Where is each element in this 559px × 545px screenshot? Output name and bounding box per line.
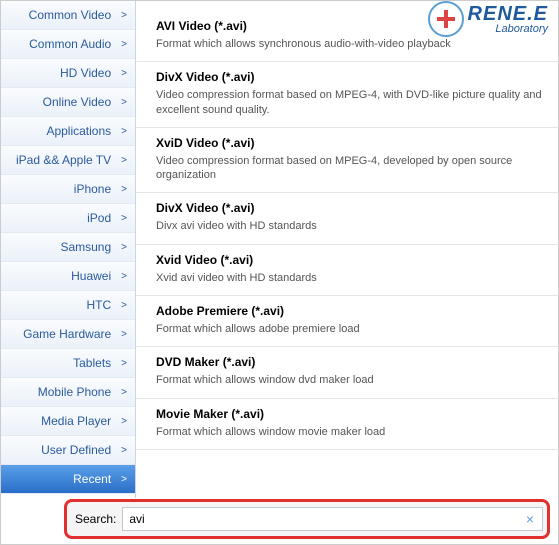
sidebar-item-recent[interactable]: Recent> xyxy=(1,465,135,494)
sidebar-item-common-audio[interactable]: Common Audio> xyxy=(1,30,135,59)
chevron-right-icon: > xyxy=(121,329,127,340)
search-label: Search: xyxy=(71,512,122,526)
chevron-right-icon: > xyxy=(121,155,127,166)
chevron-right-icon: > xyxy=(121,213,127,224)
sidebar-item-label: Samsung xyxy=(9,240,121,254)
sidebar-item-media-player[interactable]: Media Player> xyxy=(1,407,135,436)
format-description: Format which allows window movie maker l… xyxy=(156,425,542,439)
format-item[interactable]: DVD Maker (*.avi) Format which allows win… xyxy=(136,349,558,398)
sidebar-item-label: HD Video xyxy=(9,66,121,80)
sidebar-item-samsung[interactable]: Samsung> xyxy=(1,233,135,262)
format-list: AVI Video (*.avi)Format which allows syn… xyxy=(136,1,558,498)
sidebar-item-label: Recent xyxy=(9,472,121,486)
format-description: Xvid avi video with HD standards xyxy=(156,271,542,285)
sidebar-item-label: Tablets xyxy=(9,356,121,370)
format-title: Adobe Premiere (*.avi) xyxy=(156,304,542,318)
format-title: DivX Video (*.avi) xyxy=(156,70,542,84)
logo-badge xyxy=(428,1,464,37)
app-logo: RENE.E Laboratory xyxy=(428,1,548,37)
format-item[interactable]: XviD Video (*.avi) Video compression form… xyxy=(136,130,558,194)
sidebar-item-label: User Defined xyxy=(9,443,121,457)
sidebar-item-label: Applications xyxy=(9,124,121,138)
chevron-right-icon: > xyxy=(121,416,127,427)
chevron-right-icon: > xyxy=(121,300,127,311)
chevron-right-icon: > xyxy=(121,474,127,485)
sidebar-item-label: Media Player xyxy=(9,414,121,428)
format-description: Video compression format based on MPEG-4… xyxy=(156,88,542,117)
sidebar-item-game-hardware[interactable]: Game Hardware> xyxy=(1,320,135,349)
search-input[interactable] xyxy=(129,509,523,529)
sidebar-item-user-defined[interactable]: User Defined> xyxy=(1,436,135,465)
sidebar-item-mobile-phone[interactable]: Mobile Phone> xyxy=(1,378,135,407)
format-item[interactable]: Adobe Premiere (*.avi) Format which allow… xyxy=(136,298,558,347)
sidebar-item-label: Game Hardware xyxy=(9,327,121,341)
chevron-right-icon: > xyxy=(121,126,127,137)
format-title: DivX Video (*.avi) xyxy=(156,201,542,215)
chevron-right-icon: > xyxy=(121,387,127,398)
format-title: XviD Video (*.avi) xyxy=(156,136,542,150)
sidebar-item-label: Mobile Phone xyxy=(9,385,121,399)
chevron-right-icon: > xyxy=(121,445,127,456)
format-title: Xvid Video (*.avi) xyxy=(156,253,542,267)
format-item[interactable]: DivX Video (*.avi) Divx avi video with HD… xyxy=(136,195,558,244)
chevron-right-icon: > xyxy=(121,271,127,282)
format-description: Format which allows adobe premiere load xyxy=(156,322,542,336)
clear-icon[interactable]: × xyxy=(524,511,536,527)
sidebar-item-iphone[interactable]: iPhone> xyxy=(1,175,135,204)
sidebar-item-label: HTC xyxy=(9,298,121,312)
sidebar-item-label: iPod xyxy=(9,211,121,225)
sidebar-item-ipad-apple-tv[interactable]: iPad && Apple TV> xyxy=(1,146,135,175)
chevron-right-icon: > xyxy=(121,242,127,253)
sidebar-item-label: iPhone xyxy=(9,182,121,196)
format-item[interactable]: DivX Video (*.avi) Video compression form… xyxy=(136,64,558,128)
sidebar-item-tablets[interactable]: Tablets> xyxy=(1,349,135,378)
sidebar-item-label: Online Video xyxy=(9,95,121,109)
chevron-right-icon: > xyxy=(121,39,127,50)
sidebar-item-label: Common Audio xyxy=(9,37,121,51)
logo-sub-text: Laboratory xyxy=(468,24,548,35)
chevron-right-icon: > xyxy=(121,97,127,108)
sidebar-item-online-video[interactable]: Online Video> xyxy=(1,88,135,117)
sidebar-item-applications[interactable]: Applications> xyxy=(1,117,135,146)
cross-icon xyxy=(437,10,455,28)
search-bar: Search: × xyxy=(64,499,550,539)
sidebar-item-label: Common Video xyxy=(9,8,121,22)
chevron-right-icon: > xyxy=(121,358,127,369)
sidebar-item-htc[interactable]: HTC> xyxy=(1,291,135,320)
sidebar-item-ipod[interactable]: iPod> xyxy=(1,204,135,233)
chevron-right-icon: > xyxy=(121,10,127,21)
sidebar-item-label: Huawei xyxy=(9,269,121,283)
sidebar-item-hd-video[interactable]: HD Video> xyxy=(1,59,135,88)
sidebar-item-label: iPad && Apple TV xyxy=(9,153,121,167)
format-description: Video compression format based on MPEG-4… xyxy=(156,154,542,183)
category-sidebar: Common Video>Common Audio>HD Video>Onlin… xyxy=(1,1,136,498)
search-input-wrap[interactable]: × xyxy=(122,507,543,531)
format-title: Movie Maker (*.avi) xyxy=(156,407,542,421)
format-description: Format which allows synchronous audio-wi… xyxy=(156,37,542,51)
format-title: DVD Maker (*.avi) xyxy=(156,355,542,369)
format-item[interactable]: Movie Maker (*.avi) Format which allows w… xyxy=(136,401,558,450)
format-description: Format which allows window dvd maker loa… xyxy=(156,373,542,387)
logo-brand-text: RENE.E xyxy=(468,4,548,24)
sidebar-item-huawei[interactable]: Huawei> xyxy=(1,262,135,291)
format-item[interactable]: Xvid Video (*.avi) Xvid avi video with HD… xyxy=(136,247,558,296)
chevron-right-icon: > xyxy=(121,184,127,195)
sidebar-item-common-video[interactable]: Common Video> xyxy=(1,1,135,30)
format-description: Divx avi video with HD standards xyxy=(156,219,542,233)
chevron-right-icon: > xyxy=(121,68,127,79)
